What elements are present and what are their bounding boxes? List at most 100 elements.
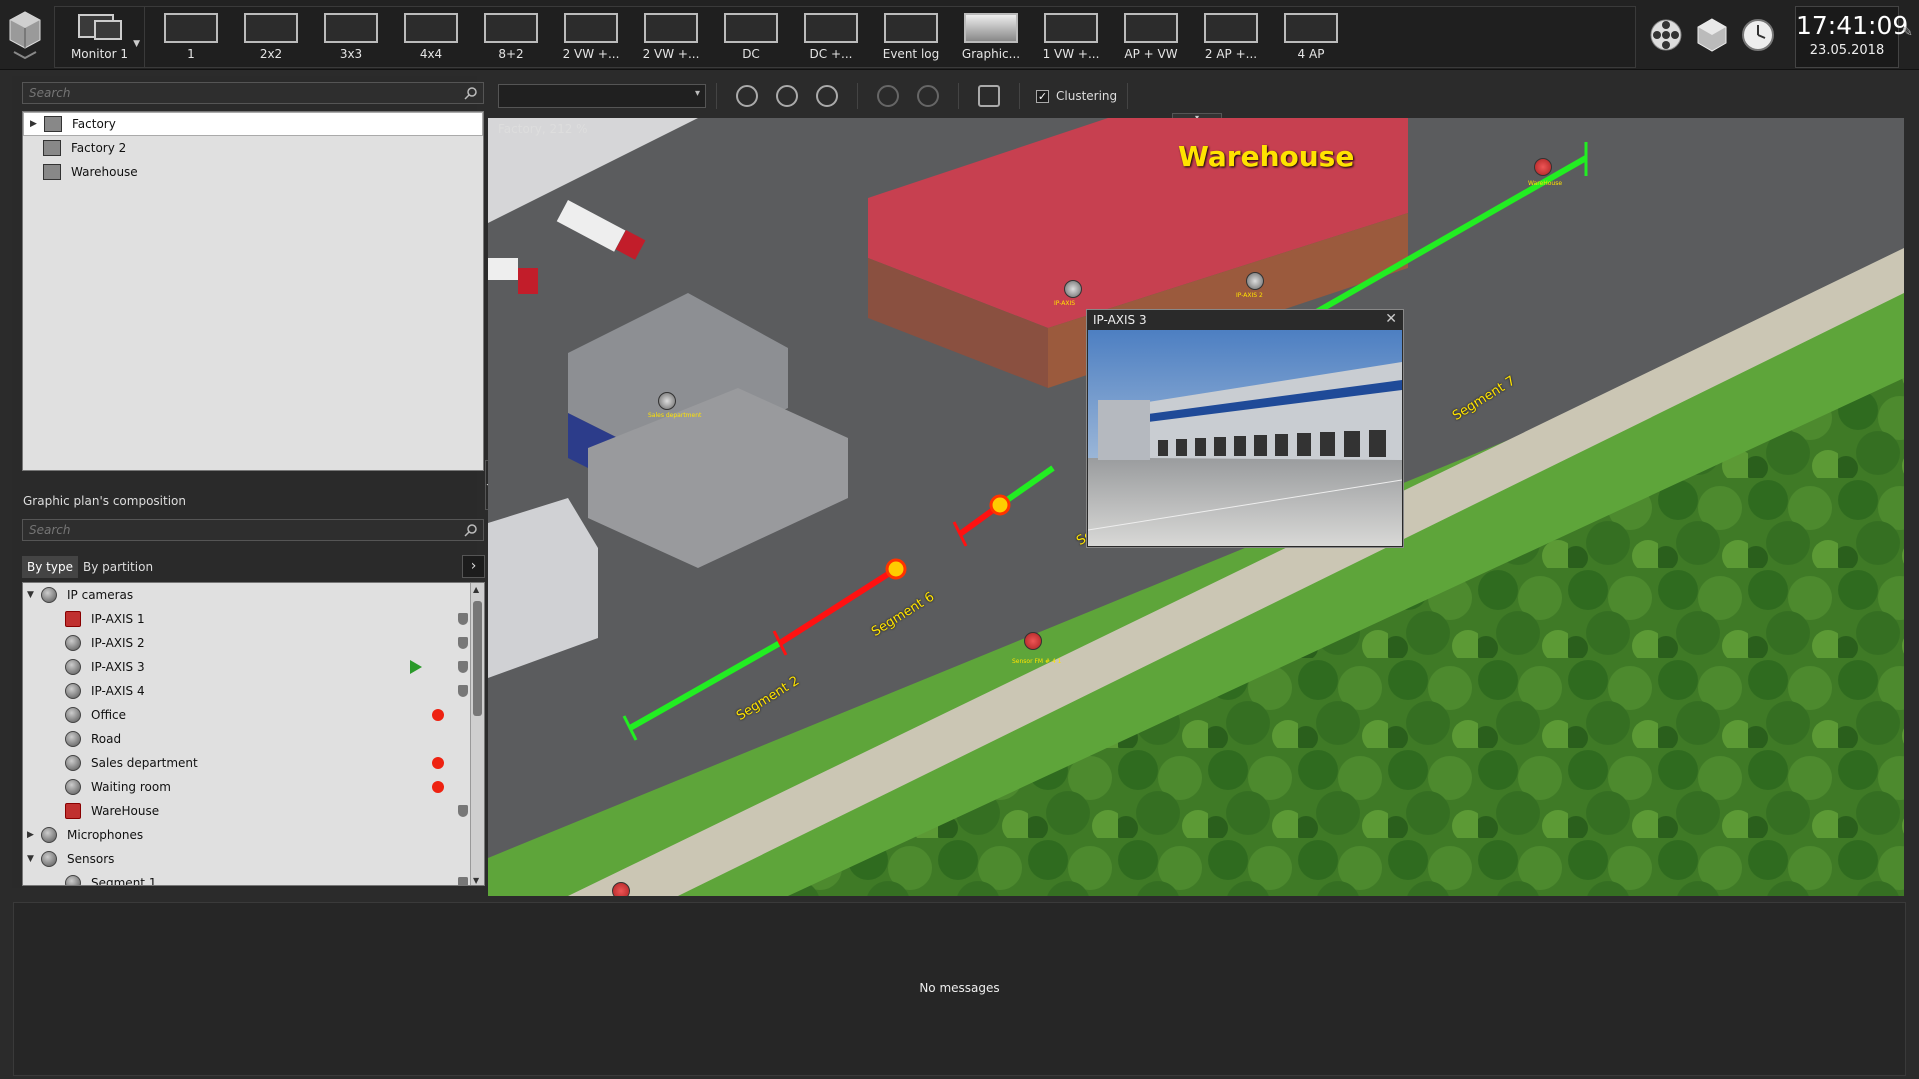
expand-arrow-icon[interactable]: ▶ — [27, 830, 41, 840]
layout-button-14[interactable]: 2 AP +... — [1191, 7, 1271, 67]
layout-thumbnail-icon — [644, 13, 698, 43]
camera-popup-header[interactable]: IP-AXIS 3 ✕ — [1087, 310, 1403, 330]
snapshot-icon[interactable] — [978, 85, 1000, 107]
film-reel-icon[interactable] — [1648, 15, 1684, 55]
layout-button-12[interactable]: 1 VW +... — [1031, 7, 1111, 67]
composition-search-input[interactable] — [29, 523, 438, 537]
chevron-right-icon[interactable]: › — [462, 555, 485, 578]
layout-button-6[interactable]: 2 VW +... — [551, 7, 631, 67]
map-camera-warehouse[interactable] — [1534, 158, 1552, 176]
video-ground — [1088, 458, 1402, 546]
expand-arrow-icon[interactable]: ▶ — [30, 119, 44, 129]
settings-cube-icon[interactable] — [1694, 15, 1730, 55]
layout-button-7[interactable]: 2 VW +... — [631, 7, 711, 67]
layout-button-15[interactable]: 4 AP — [1271, 7, 1351, 67]
tree-camera-item[interactable]: IP-AXIS 1 — [23, 607, 484, 631]
plan-item[interactable]: Factory 2 — [23, 136, 483, 160]
tree-camera-item[interactable]: Waiting room — [23, 775, 484, 799]
layout-thumbnail-icon — [164, 13, 218, 43]
clock-icon[interactable] — [1740, 15, 1776, 55]
messages-empty-text: No messages — [919, 981, 1000, 995]
tab-by-partition[interactable]: By partition — [78, 556, 158, 578]
layout-button-1[interactable]: 1 — [151, 7, 231, 67]
map-sensor-fm4[interactable] — [1024, 632, 1042, 650]
tree-item-label: Sales department — [91, 756, 198, 770]
layout-thumbnail-icon — [724, 13, 778, 43]
map-layer-select[interactable] — [498, 84, 706, 108]
map-toolbar: ✓ Clustering — [488, 76, 1906, 116]
tree-item-label: IP-AXIS 2 — [91, 636, 145, 650]
zoom-out-icon[interactable] — [776, 85, 798, 107]
tree-camera-item[interactable]: WareHouse — [23, 799, 484, 823]
tree-group-ip-cameras[interactable]: ▼ IP cameras — [23, 583, 484, 607]
search-icon[interactable] — [464, 523, 478, 537]
camera-video-frame[interactable] — [1088, 330, 1402, 546]
layout-button-13[interactable]: AP + VW — [1111, 7, 1191, 67]
map-camera-ip-axis[interactable] — [1064, 280, 1082, 298]
map-sensor-bottom[interactable] — [612, 882, 630, 896]
layout-button-10[interactable]: Event log — [871, 7, 951, 67]
pin-icon[interactable]: ✎ — [1902, 25, 1916, 40]
close-icon[interactable]: ✕ — [1385, 311, 1397, 327]
scroll-up-icon[interactable]: ▲ — [473, 585, 479, 594]
camera-icon — [65, 755, 81, 771]
layout-button-5[interactable]: 8+2 — [471, 7, 551, 67]
tree-scrollbar[interactable]: ▲ ▼ — [470, 583, 484, 885]
tree-camera-item[interactable]: Road — [23, 727, 484, 751]
camera-popup-title: IP-AXIS 3 — [1093, 313, 1147, 327]
map-camera-sales[interactable] — [658, 392, 676, 410]
tab-by-type[interactable]: By type — [22, 556, 78, 578]
map-truck-cab — [518, 268, 538, 294]
alarm-marker[interactable] — [885, 558, 907, 580]
tree-camera-item[interactable]: IP-AXIS 3 — [23, 655, 484, 679]
layout-button-9[interactable]: DC +... — [791, 7, 871, 67]
tree-group-label: IP cameras — [67, 588, 134, 602]
armed-shield-icon — [458, 637, 468, 649]
plans-search-box[interactable] — [22, 82, 484, 104]
play-icon[interactable] — [410, 660, 422, 674]
scroll-down-icon[interactable]: ▼ — [473, 876, 479, 885]
clock-time: 17:41:09 — [1796, 11, 1909, 40]
zoom-in-icon[interactable] — [736, 85, 758, 107]
rotate-icon[interactable] — [917, 85, 939, 107]
tree-camera-item[interactable]: IP-AXIS 4 — [23, 679, 484, 703]
scrollbar-thumb[interactable] — [473, 601, 482, 716]
plan-icon — [43, 164, 61, 180]
collapse-arrow-icon[interactable]: ▼ — [27, 854, 41, 864]
alarm-marker[interactable] — [989, 494, 1011, 516]
clustering-toggle[interactable]: ✓ Clustering — [1036, 89, 1117, 103]
layout-button-3[interactable]: 3x3 — [311, 7, 391, 67]
clustering-checkbox[interactable]: ✓ — [1036, 89, 1049, 103]
tree-group-microphones[interactable]: ▶ Microphones — [23, 823, 484, 847]
plan-item[interactable]: Warehouse — [23, 160, 483, 184]
tree-sensor-item[interactable]: Segment 1 — [23, 871, 484, 885]
tree-camera-item[interactable]: IP-AXIS 2 — [23, 631, 484, 655]
edit-icon[interactable] — [877, 85, 899, 107]
layout-button-11[interactable]: Graphic... — [951, 7, 1031, 67]
armed-shield-icon — [458, 685, 468, 697]
tree-item-label: Office — [91, 708, 127, 722]
collapse-arrow-icon[interactable]: ▼ — [27, 590, 41, 600]
monitor-selector[interactable]: Monitor 1 ▼ — [55, 7, 145, 67]
camera-popup[interactable]: IP-AXIS 3 ✕ — [1086, 309, 1404, 548]
search-icon[interactable] — [464, 86, 478, 100]
no-layer-icon[interactable] — [816, 85, 838, 107]
layout-button-2[interactable]: 2x2 — [231, 7, 311, 67]
tree-camera-item[interactable]: Sales department — [23, 751, 484, 775]
tree-group-label: Microphones — [67, 828, 144, 842]
plans-search-input[interactable] — [29, 86, 438, 100]
app-logo-icon[interactable] — [6, 8, 44, 62]
tree-group-sensors[interactable]: ▼ Sensors — [23, 847, 484, 871]
tree-group-label: Sensors — [67, 852, 115, 866]
composition-search-box[interactable] — [22, 519, 484, 541]
tree-item-label: IP-AXIS 1 — [91, 612, 145, 626]
plan-item-label: Factory 2 — [71, 141, 127, 155]
plan-item[interactable]: ▶ Factory — [23, 112, 483, 136]
monitor-dropdown-icon[interactable]: ▼ — [133, 39, 140, 49]
camera-icon — [65, 635, 81, 651]
map-camera-ip-axis-2[interactable] — [1246, 272, 1264, 290]
layout-button-4[interactable]: 4x4 — [391, 7, 471, 67]
layout-button-label: 1 VW +... — [1042, 47, 1100, 61]
layout-button-8[interactable]: DC — [711, 7, 791, 67]
tree-camera-item[interactable]: Office — [23, 703, 484, 727]
